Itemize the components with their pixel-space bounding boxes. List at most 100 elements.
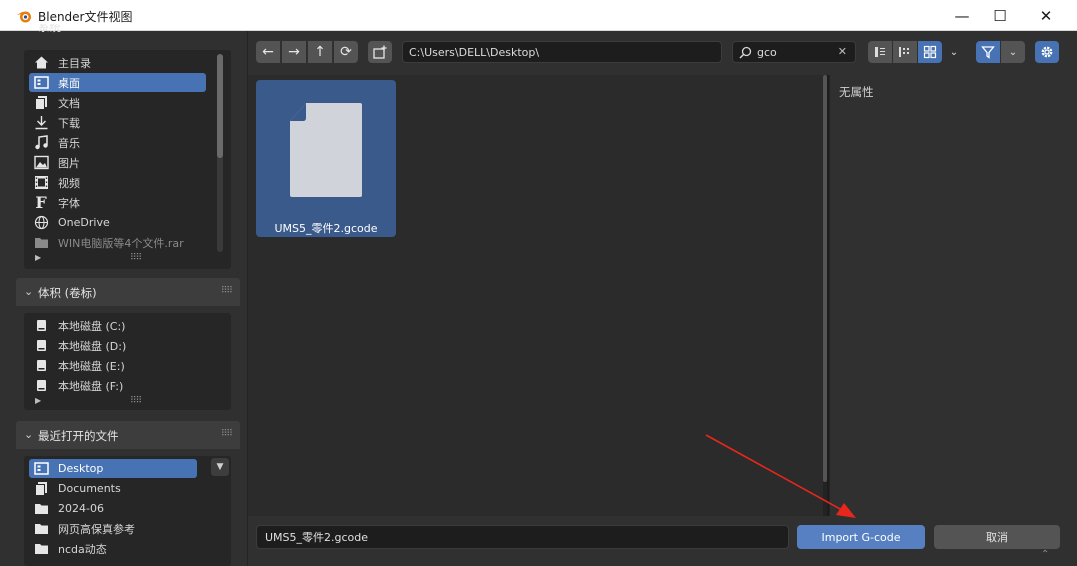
chevron-down-icon: ⌄ [24, 428, 34, 441]
volume-item-e[interactable]: 本地磁盘 (E:) [29, 356, 206, 375]
maximize-button[interactable]: ☐ [977, 0, 1023, 31]
expand-triangle-icon[interactable]: ▶ [35, 253, 41, 262]
vertical-list-view-button[interactable] [868, 41, 892, 63]
filename-input[interactable]: UMS5_零件2.gcode [256, 525, 789, 549]
sidebar-item-videos[interactable]: 视频 [29, 173, 206, 192]
music-icon [33, 135, 49, 151]
back-button[interactable]: ← [256, 41, 280, 63]
filename-value: UMS5_零件2.gcode [265, 531, 369, 544]
drag-grip-icon[interactable]: ⠿⠿ [221, 429, 233, 439]
disk-icon [33, 358, 49, 374]
path-field[interactable]: C:\Users\DELL\Desktop\ [402, 41, 722, 63]
horizontal-list-icon [899, 47, 909, 57]
filter-options-dropdown[interactable]: ⌄ [1001, 41, 1025, 63]
recent-item-ncda[interactable]: ncda动态 [29, 539, 197, 558]
recent-item-documents[interactable]: Documents [29, 479, 197, 498]
folder-icon [33, 521, 49, 537]
video-icon [33, 175, 49, 191]
close-button[interactable]: ✕ [1023, 0, 1069, 31]
recent-item-label: Desktop [58, 462, 104, 475]
sidebar-item-documents[interactable]: 文档 [29, 93, 206, 112]
parent-directory-button[interactable]: ↑ [308, 41, 332, 63]
file-icon [290, 103, 362, 197]
desktop-icon [33, 75, 49, 91]
volume-item-f[interactable]: 本地磁盘 (F:) [29, 376, 206, 395]
sidebar-item-onedrive[interactable]: OneDrive [29, 213, 206, 232]
sidebar-item-music[interactable]: 音乐 [29, 133, 206, 152]
volumes-panel: 本地磁盘 (C:) 本地磁盘 (D:) 本地磁盘 (E:) 本地磁盘 (F:) … [24, 313, 231, 410]
sidebar: 系统 主目录 桌面 文档 下载 音乐 图片 视频 F 字体 OneDrive W… [0, 24, 248, 566]
volume-item-d[interactable]: 本地磁盘 (D:) [29, 336, 206, 355]
chevron-down-icon: ⌄ [24, 285, 34, 298]
search-input[interactable]: gco ✕ [732, 41, 856, 63]
sidebar-item-desktop[interactable]: 桌面 [29, 73, 206, 92]
refresh-button[interactable]: ⟳ [334, 41, 358, 63]
title-bar: Blender文件视图 — ☐ ✕ [0, 0, 1077, 31]
search-icon [739, 46, 752, 59]
recent-item-desktop[interactable]: Desktop [29, 459, 197, 478]
recent-item-reference[interactable]: 网页高保真参考 [29, 519, 197, 538]
file-name: UMS5_零件2.gcode [274, 222, 378, 235]
thumbnail-view-button[interactable] [918, 41, 942, 63]
display-options-dropdown[interactable]: ⌄ [943, 41, 965, 63]
disk-icon [33, 378, 49, 394]
file-tile[interactable]: UMS5_零件2.gcode [256, 80, 396, 237]
folder-icon [33, 235, 49, 251]
recent-item-label: 网页高保真参考 [58, 522, 135, 536]
volume-label: 本地磁盘 (E:) [58, 359, 125, 373]
gear-icon [1041, 46, 1053, 58]
documents-icon [33, 95, 49, 111]
chevron-down-icon: ⌄ [949, 46, 959, 58]
clear-search-button[interactable]: ✕ [838, 45, 847, 58]
import-gcode-button[interactable]: Import G-code [797, 525, 925, 549]
resize-grip-icon[interactable]: ⠿⠿ [130, 253, 142, 263]
forward-button[interactable]: → [282, 41, 306, 63]
resize-grip-icon[interactable]: ⠿⠿ [130, 396, 142, 406]
vertical-list-icon [875, 47, 885, 57]
file-area-scroll-thumb[interactable] [823, 75, 827, 482]
volumes-panel-header[interactable]: ⌄ 体积 (卷标) ⠿⠿ [16, 278, 240, 306]
system-panel: 主目录 桌面 文档 下载 音乐 图片 视频 F 字体 OneDrive WIN电… [24, 50, 231, 269]
folder-icon [33, 501, 49, 517]
sidebar-scroll-thumb[interactable] [217, 54, 223, 158]
sidebar-item-pictures[interactable]: 图片 [29, 153, 206, 172]
recent-item-label: 2024-06 [58, 502, 104, 515]
desktop-icon [33, 461, 49, 477]
path-text: C:\Users\DELL\Desktop\ [409, 45, 540, 59]
drag-grip-icon[interactable]: ⠿⠿ [221, 286, 233, 296]
sidebar-item-fonts[interactable]: F 字体 [29, 193, 206, 212]
recent-panel: Desktop Documents 2024-06 网页高保真参考 ncda动态… [24, 456, 231, 566]
volume-item-c[interactable]: 本地磁盘 (C:) [29, 316, 206, 335]
sidebar-item-rar[interactable]: WIN电脑版等4个文件.rar [29, 233, 206, 252]
sidebar-item-label: OneDrive [58, 216, 110, 229]
expand-triangle-icon[interactable]: ▶ [35, 396, 41, 405]
disk-icon [33, 338, 49, 354]
recent-panel-header[interactable]: ⌄ 最近打开的文件 ⠿⠿ [16, 421, 240, 449]
sidebar-item-downloads[interactable]: 下载 [29, 113, 206, 132]
recent-item-label: Documents [58, 482, 121, 495]
system-panel-header[interactable]: 系统 [38, 24, 61, 38]
settings-button[interactable] [1035, 41, 1059, 63]
window-title: Blender文件视图 [38, 10, 133, 24]
recent-item-label: ncda动态 [58, 542, 107, 556]
chevron-down-icon: ▼ [216, 462, 224, 472]
home-icon [33, 55, 49, 71]
sidebar-item-label: 字体 [58, 196, 80, 210]
globe-icon [33, 215, 49, 231]
search-value: gco [757, 45, 777, 59]
horizontal-list-view-button[interactable] [893, 41, 917, 63]
sidebar-item-label: WIN电脑版等4个文件.rar [58, 236, 184, 250]
footer-bar: UMS5_零件2.gcode Import G-code 取消 ⌃ [248, 516, 1077, 566]
sidebar-scrollbar[interactable] [217, 54, 223, 252]
new-folder-button[interactable] [368, 41, 392, 63]
download-icon [33, 115, 49, 131]
volume-label: 本地磁盘 (D:) [58, 339, 127, 353]
sidebar-item-home[interactable]: 主目录 [29, 53, 206, 72]
resize-corner-icon[interactable]: ⌃ [1041, 549, 1049, 560]
sidebar-item-label: 音乐 [58, 136, 80, 150]
recent-dropdown-button[interactable]: ▼ [211, 458, 229, 476]
filter-toggle-button[interactable] [976, 41, 1000, 63]
recent-item-2024-06[interactable]: 2024-06 [29, 499, 197, 518]
properties-panel: 无属性 [829, 75, 1077, 516]
cancel-button[interactable]: 取消 [934, 525, 1060, 549]
